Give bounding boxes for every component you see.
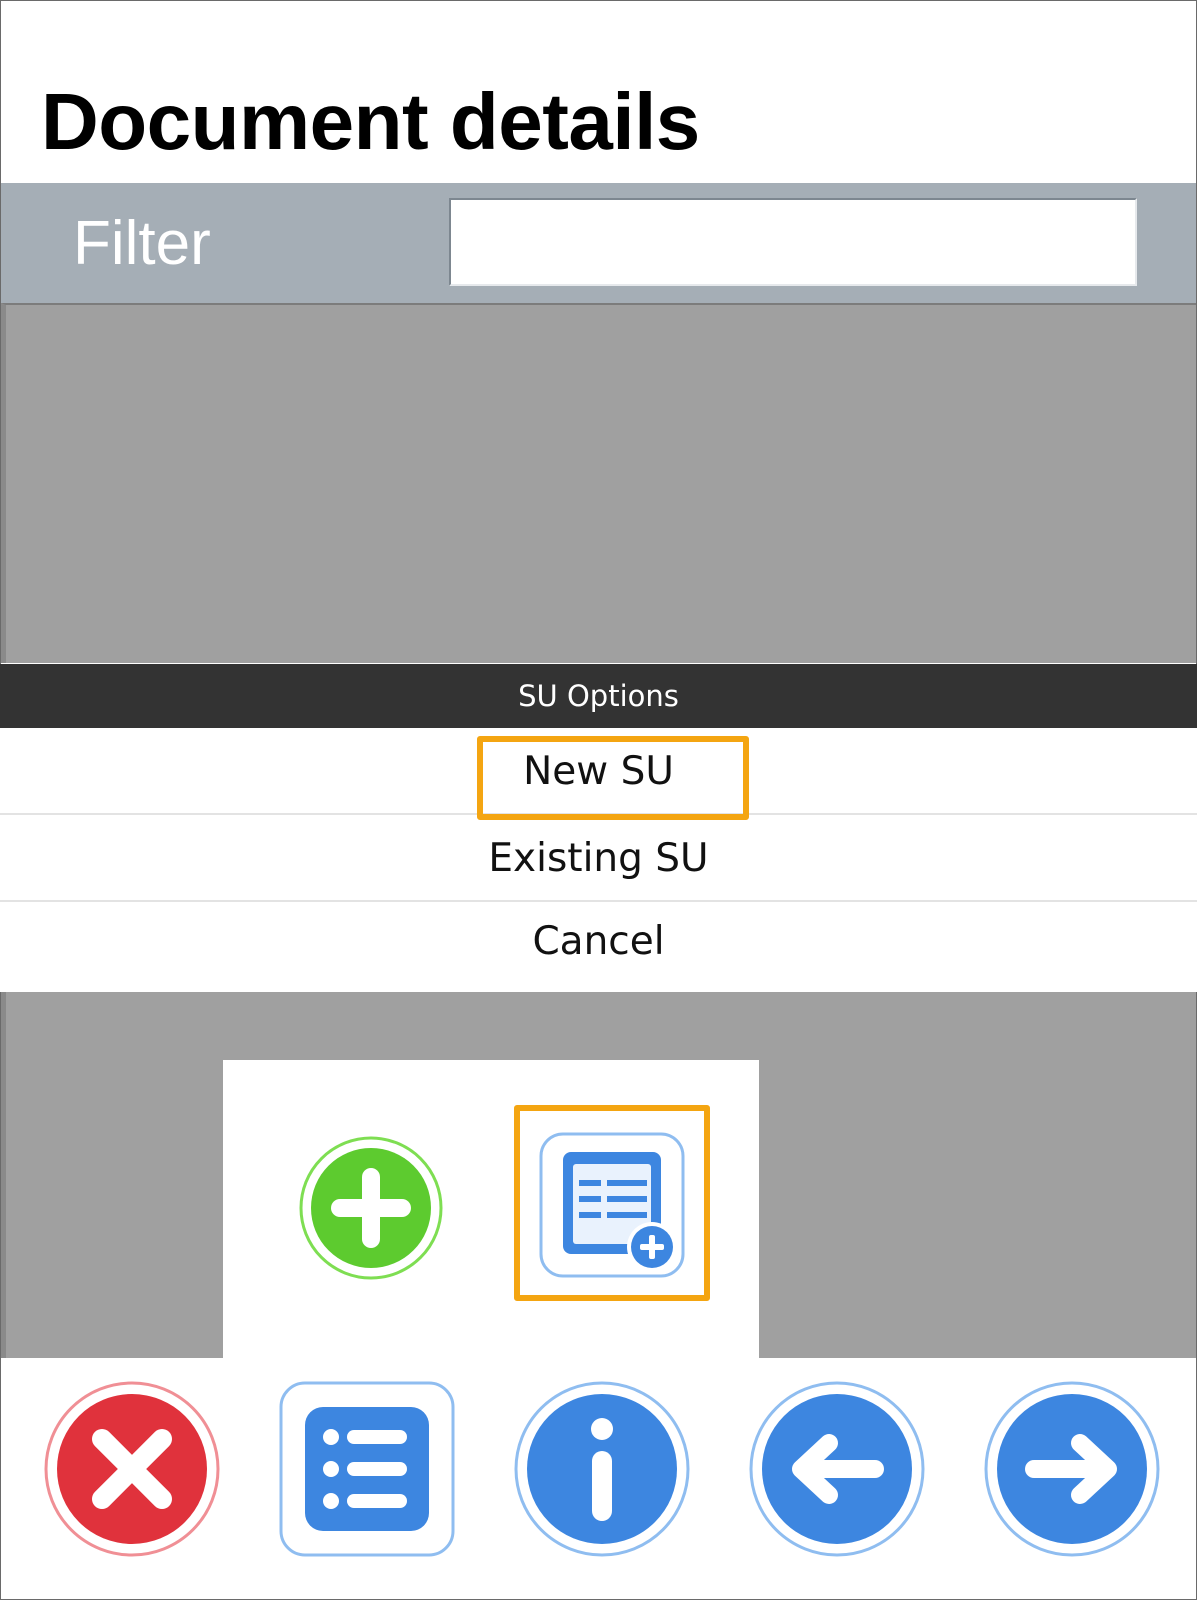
action-popup (223, 1060, 759, 1358)
info-icon[interactable] (514, 1381, 690, 1557)
dialog-title: SU Options (0, 664, 1197, 728)
su-options-dialog: SU Options New SU Existing SU Cancel (0, 664, 1197, 992)
cancel-label: Cancel (532, 919, 665, 964)
list-icon[interactable] (279, 1381, 455, 1557)
bottom-toolbar (1, 1358, 1196, 1598)
close-icon[interactable] (44, 1381, 220, 1557)
new-document-icon[interactable] (539, 1132, 685, 1278)
plus-circle-icon[interactable] (298, 1135, 444, 1281)
filter-input[interactable] (449, 198, 1137, 286)
existing-su-label: Existing SU (488, 836, 709, 881)
arrow-right-icon[interactable] (984, 1381, 1160, 1557)
filter-label: Filter (73, 209, 211, 278)
document-list-area[interactable] (1, 303, 1196, 663)
filter-bar: Filter (1, 183, 1196, 303)
new-su-highlight (477, 736, 749, 820)
cancel-option[interactable]: Cancel (0, 902, 1197, 992)
existing-su-option[interactable]: Existing SU (0, 815, 1197, 902)
page-title: Document details (41, 77, 700, 166)
new-su-option[interactable]: New SU (0, 728, 1197, 820)
arrow-left-icon[interactable] (749, 1381, 925, 1557)
page-header: Document details (1, 1, 1196, 183)
